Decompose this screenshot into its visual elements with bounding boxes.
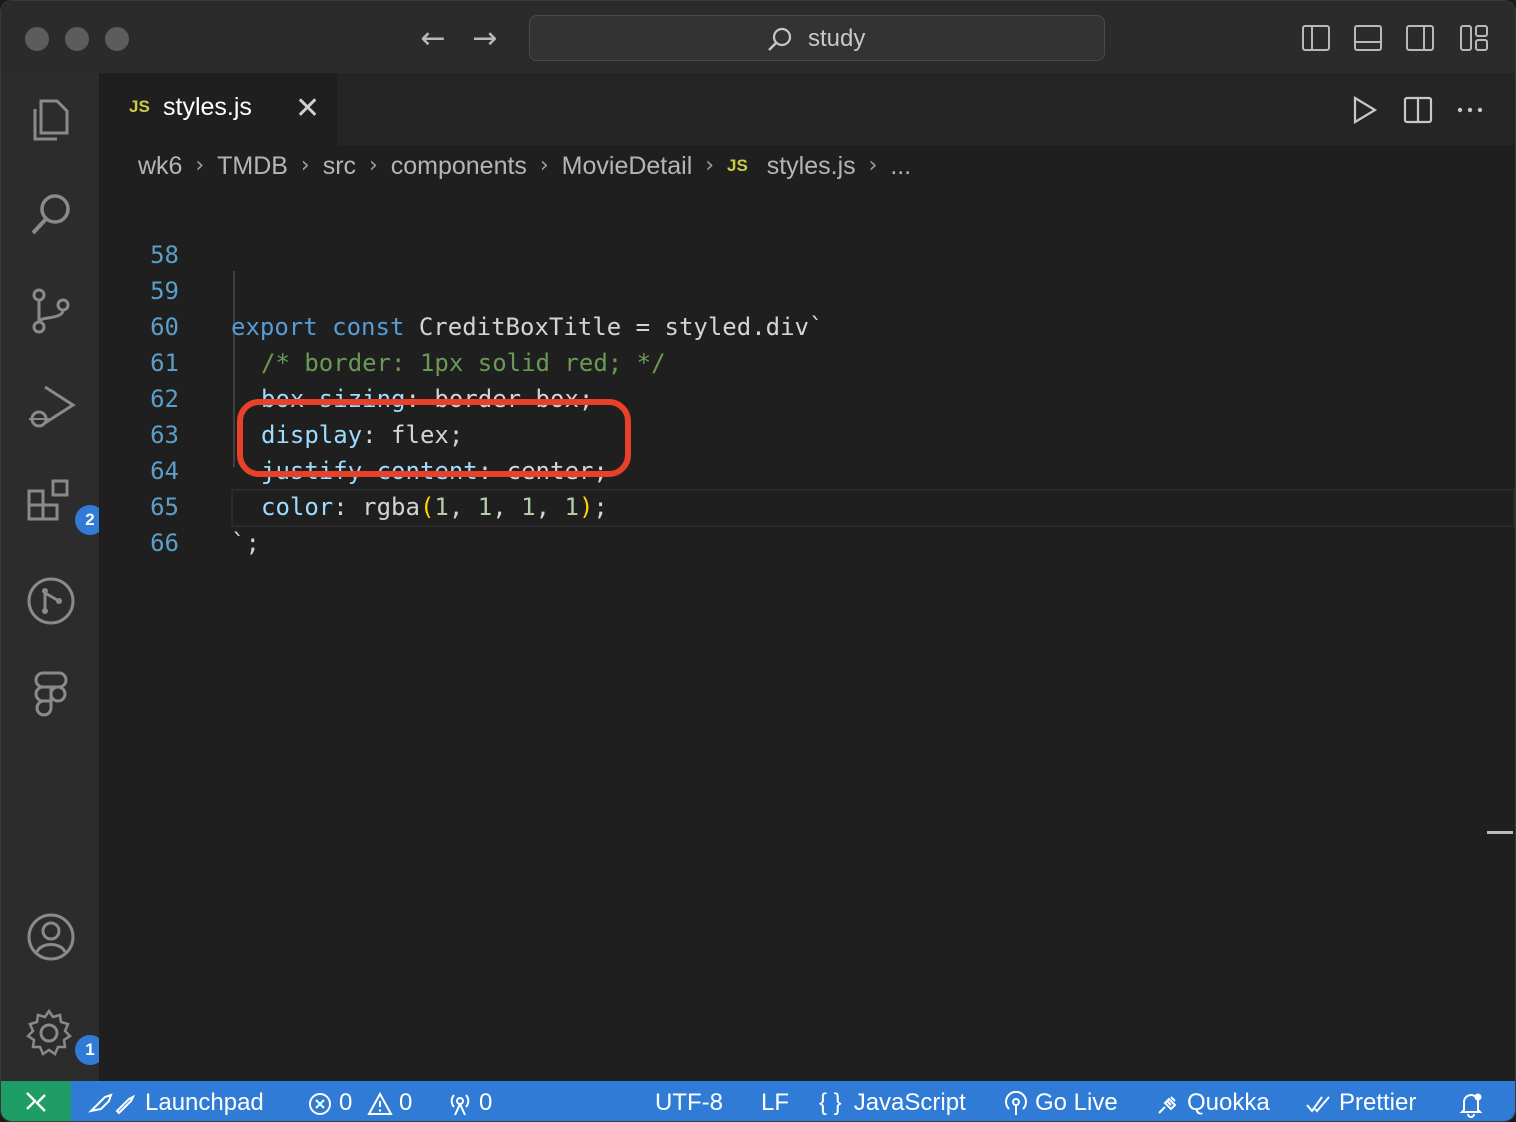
code-text: `;: [231, 529, 260, 557]
run-debug-button[interactable]: [23, 377, 79, 433]
code-editor[interactable]: 58 59 export const CreditBoxTitle = styl…: [99, 187, 1515, 1081]
minimize-window-button[interactable]: [65, 27, 89, 51]
chevron-right-icon: ›: [300, 153, 310, 178]
activity-bar: 2 1: [1, 73, 105, 1081]
red-annotation-box: [237, 399, 631, 477]
quokka-label: Quokka: [1187, 1089, 1270, 1116]
go-live-button[interactable]: Go Live: [1003, 1081, 1118, 1121]
toggle-panel-icon[interactable]: [1353, 23, 1383, 53]
warning-count: 0: [399, 1089, 413, 1116]
extensions-button[interactable]: 2: [23, 473, 105, 535]
accounts-button[interactable]: [23, 909, 79, 965]
quokka-button[interactable]: Quokka: [1155, 1081, 1270, 1121]
search-icon: [768, 27, 792, 51]
more-actions-icon[interactable]: [1453, 93, 1487, 127]
git-graph-icon: [27, 577, 75, 625]
error-icon: [309, 1092, 331, 1115]
code-line: 66: [99, 489, 1515, 557]
customize-layout-icon[interactable]: [1459, 23, 1489, 53]
close-icon[interactable]: ✕: [295, 91, 320, 126]
account-icon: [27, 913, 75, 961]
close-window-button[interactable]: [25, 27, 49, 51]
split-editor-icon[interactable]: [1401, 93, 1435, 127]
encoding-button[interactable]: UTF-8: [655, 1081, 723, 1121]
maximize-window-button[interactable]: [105, 27, 129, 51]
javascript-file-icon: JS: [726, 156, 748, 175]
figma-button[interactable]: [23, 667, 79, 723]
remote-indicator-button[interactable]: [1, 1081, 71, 1121]
search-view-button[interactable]: [23, 187, 79, 243]
source-control-button[interactable]: [23, 283, 79, 339]
git-graph-button[interactable]: [23, 573, 79, 629]
status-bar: Launchpad 0 0 0 UTF-8 LF { } JavaScript: [1, 1081, 1515, 1121]
breadcrumb-item-moviedetail[interactable]: MovieDetail: [562, 145, 693, 187]
ports-button[interactable]: 0: [447, 1081, 493, 1121]
breadcrumb-item-file[interactable]: styles.js: [767, 145, 856, 187]
warning-icon: [367, 1091, 393, 1115]
code-line: 59 export const CreditBoxTitle = styled.…: [99, 237, 1515, 341]
line-number: 66: [150, 529, 179, 557]
go-live-label: Go Live: [1035, 1089, 1118, 1116]
source-control-icon: [32, 288, 70, 334]
language-label: JavaScript: [853, 1089, 966, 1116]
remote-icon: [26, 1092, 46, 1112]
breadcrumb-item-wk6[interactable]: wk6: [138, 145, 182, 187]
notifications-button[interactable]: [1457, 1081, 1491, 1121]
code-line: 62 display: flex;: [99, 345, 1515, 449]
breadcrumb: wk6 › TMDB › src › components › MovieDet…: [99, 145, 1515, 187]
error-count: 0: [339, 1089, 353, 1116]
files-icon: [33, 99, 69, 141]
ports-count: 0: [479, 1089, 493, 1116]
launchpad-label: Launchpad: [145, 1089, 264, 1116]
problems-button[interactable]: 0 0: [307, 1081, 413, 1121]
breadcrumb-item-symbol[interactable]: ...: [890, 145, 911, 187]
search-icon: [31, 194, 70, 235]
broadcast-icon: [450, 1093, 470, 1116]
braces-icon: { }: [819, 1089, 842, 1116]
command-center-search[interactable]: study: [529, 15, 1105, 61]
breadcrumb-item-src[interactable]: src: [323, 145, 356, 187]
plug-icon: [1158, 1095, 1177, 1114]
extensions-icon: [27, 479, 69, 521]
code-line: 60 /* border: 1px solid red; */: [99, 273, 1515, 377]
chevron-right-icon: ›: [368, 153, 378, 178]
toggle-primary-sidebar-icon[interactable]: [1301, 23, 1331, 53]
arrow-right-icon[interactable]: →: [467, 19, 503, 59]
double-check-icon: [1306, 1096, 1330, 1113]
editor-tab-bar: JS styles.js ✕: [99, 73, 1515, 145]
eol-button[interactable]: LF: [761, 1081, 789, 1121]
search-label: study: [808, 25, 866, 52]
prettier-label: Prettier: [1339, 1089, 1417, 1116]
chevron-right-icon: ›: [705, 153, 715, 178]
figma-icon: [34, 671, 68, 717]
breadcrumb-item-components[interactable]: components: [391, 145, 527, 187]
prettier-button[interactable]: Prettier: [1305, 1081, 1417, 1121]
run-debug-icon: [29, 385, 76, 428]
javascript-file-icon: JS: [129, 97, 150, 116]
toggle-secondary-sidebar-icon[interactable]: [1405, 23, 1435, 53]
vscode-window: ← → study 2 1 JS styles.js ✕ wk6 › TMDB …: [0, 0, 1516, 1122]
code-line: 58: [99, 201, 1515, 269]
explorer-button[interactable]: [23, 93, 79, 149]
language-mode-button[interactable]: { } JavaScript: [819, 1081, 966, 1121]
tab-label: styles.js: [163, 93, 252, 121]
tab-styles-js[interactable]: JS styles.js ✕: [99, 73, 337, 145]
arrow-left-icon[interactable]: ←: [415, 19, 451, 59]
manage-button[interactable]: 1: [23, 1005, 105, 1065]
chevron-right-icon: ›: [195, 153, 205, 178]
code-line: 61 box-sizing: border-box;: [99, 309, 1515, 413]
run-code-icon[interactable]: [1347, 93, 1381, 127]
launchpad-button[interactable]: Launchpad: [87, 1081, 264, 1121]
rocket-icon: [87, 1093, 136, 1115]
settings-gear-icon: [26, 1008, 72, 1056]
chevron-right-icon: ›: [868, 153, 878, 178]
breadcrumb-item-tmdb[interactable]: TMDB: [217, 145, 288, 187]
scrollbar-marker[interactable]: [1487, 831, 1513, 834]
chevron-right-icon: ›: [539, 153, 549, 178]
broadcast-icon: [1005, 1090, 1027, 1115]
bell-icon: [1459, 1093, 1483, 1118]
title-bar: ← → study: [1, 1, 1515, 73]
